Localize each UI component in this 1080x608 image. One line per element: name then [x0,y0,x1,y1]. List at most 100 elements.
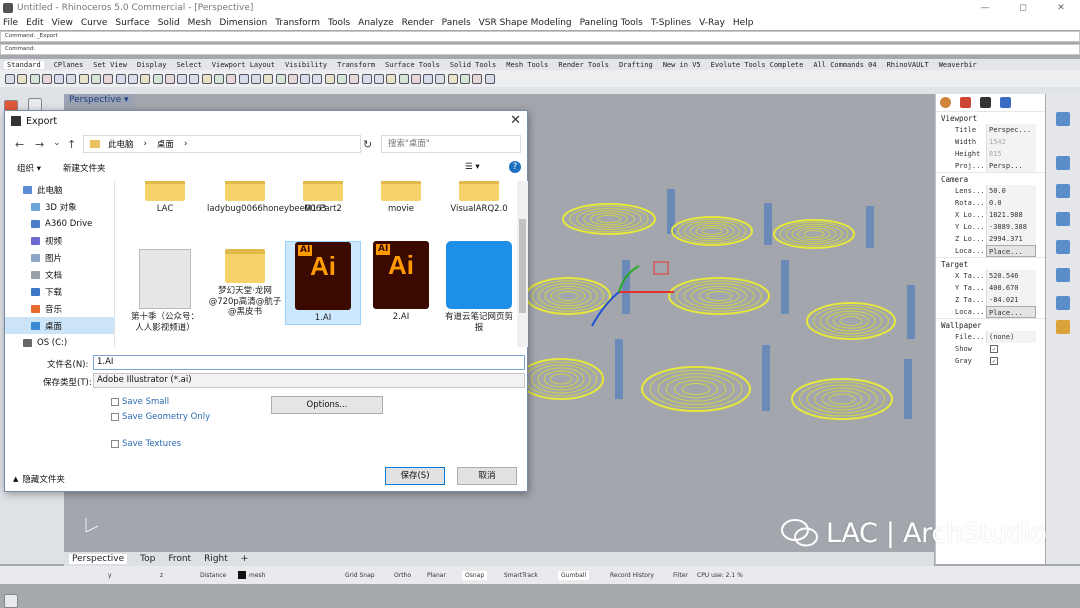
toolbar-tool-icon[interactable] [459,73,470,84]
maximize-button[interactable]: ◻ [1004,0,1042,16]
address-bar[interactable]: 此电脑 › 桌面 › [83,135,361,153]
viewport-tab-top[interactable]: Top [140,554,155,564]
check-icon[interactable]: ✓ [990,345,998,353]
display-tab-icon[interactable] [980,97,991,108]
toolbar-tab-mesh-tools[interactable]: Mesh Tools [506,61,548,69]
file-item[interactable]: M1 Part2 [285,181,361,215]
toolbar-tool-icon[interactable] [91,73,102,84]
up-icon[interactable]: ↑ [67,138,76,151]
menu-t-splines[interactable]: T-Splines [651,18,691,28]
status-osnap[interactable]: Osnap [462,570,488,580]
prop-value[interactable]: -3889.388 [986,221,1036,233]
nav-item[interactable]: 视频 [5,232,114,249]
toolbar-tool-icon[interactable] [41,73,52,84]
command-prompt[interactable]: Command: [0,44,1080,55]
nav-item[interactable]: 音乐 [5,300,114,317]
toolbar-tool-icon[interactable] [423,73,434,84]
prop-value[interactable]: 2994.371 [986,233,1036,245]
toolbar-tool-icon[interactable] [5,73,15,84]
toolbar-tab-surface-tools[interactable]: Surface Tools [385,61,440,69]
prop-value[interactable]: 520.546 [986,270,1036,282]
toolbar-tool-icon[interactable] [238,73,249,84]
tool-icon[interactable] [1056,112,1070,126]
tool-icon[interactable] [1056,320,1070,334]
refresh-icon[interactable]: ↻ [363,138,372,151]
breadcrumb-desktop[interactable]: 桌面 [157,138,174,150]
file-item[interactable]: 第十季（公众号：人人影视频道） [127,249,203,333]
toolbar-tool-icon[interactable] [484,73,495,84]
check-icon[interactable]: ✓ [990,357,998,365]
prop-value[interactable]: Perspec... [986,124,1036,136]
status-filter[interactable]: Filter [673,572,688,579]
tool-icon[interactable] [1056,212,1070,226]
toolbar-tool-icon[interactable] [17,73,28,84]
toolbar-tool-icon[interactable] [398,73,409,84]
status-grid-snap[interactable]: Grid Snap [345,572,375,579]
toolbar-tool-icon[interactable] [103,73,114,84]
save-geometry-only-checkbox[interactable]: Save Geometry Only [111,412,210,422]
prop-value[interactable]: 400.670 [986,282,1036,294]
filetype-select[interactable]: Adobe Illustrator (*.ai) [93,373,525,388]
file-item[interactable]: LAC [127,181,203,215]
save-button[interactable]: 保存(S) [385,467,445,485]
organize-button[interactable]: 组织 ▾ [17,162,41,174]
tool-icon[interactable] [4,594,18,608]
nav-item[interactable]: 文档 [5,266,114,283]
toolbar-tool-icon[interactable] [78,73,89,84]
toolbar-tab-weaverbir[interactable]: Weaverbir [939,61,977,69]
menu-analyze[interactable]: Analyze [358,18,393,28]
search-input[interactable]: 搜索"桌面" [381,135,521,153]
nav-item[interactable]: 3D 对象 [5,198,114,215]
toolbar-tool-icon[interactable] [54,73,65,84]
options-button[interactable]: Options... [271,396,383,414]
viewport-tab-right[interactable]: Right [204,554,228,564]
toolbar-tool-icon[interactable] [472,73,483,84]
prop-value[interactable]: -84.021 [986,294,1036,306]
toolbar-tool-icon[interactable] [386,73,397,84]
toolbar-tool-icon[interactable] [337,73,348,84]
toolbar-tool-icon[interactable] [29,73,40,84]
help-icon[interactable]: ? [509,161,521,173]
menu-help[interactable]: Help [733,18,754,28]
prop-value[interactable]: 815 [986,148,1036,160]
menu-mesh[interactable]: Mesh [188,18,212,28]
menu-edit[interactable]: Edit [26,18,43,28]
toolbar-tool-icon[interactable] [410,73,421,84]
toolbar-tool-icon[interactable] [435,73,446,84]
menu-transform[interactable]: Transform [275,18,320,28]
breadcrumb-this-pc[interactable]: 此电脑 [108,138,134,150]
menu-file[interactable]: File [3,18,18,28]
nav-item[interactable]: 桌面 [5,317,114,334]
toolbar-tool-icon[interactable] [189,73,200,84]
status-planar[interactable]: Planar [427,572,446,579]
prop-value[interactable]: 50.0 [986,185,1036,197]
file-item[interactable]: 梦幻天堂·龙网@720p高清@航子@黑皮书 [207,249,283,318]
viewport-tab-add[interactable]: + [241,554,249,564]
menu-view[interactable]: View [52,18,73,28]
toolbar-tool-icon[interactable] [324,73,335,84]
status-cpu-use-2-1-[interactable]: CPU use: 2.1 % [697,572,743,579]
toolbar-tool-icon[interactable] [361,73,372,84]
new-folder-button[interactable]: 新建文件夹 [63,162,106,174]
toolbar-tab-visibility[interactable]: Visibility [285,61,327,69]
prop-value[interactable]: (none) [986,331,1036,343]
view-options-button[interactable]: ☰ ▾ [465,162,480,172]
tool-icon[interactable] [1056,184,1070,198]
prop-checkbox[interactable]: ✓ [986,355,1036,367]
menu-v-ray[interactable]: V-Ray [699,18,725,28]
save-textures-checkbox[interactable]: Save Textures [111,439,181,449]
toolbar-tab-standard[interactable]: Standard [4,60,44,69]
recent-dropdown-icon[interactable]: ⌄ [53,138,61,148]
save-small-checkbox[interactable]: Save Small [111,397,169,407]
toolbar-tab-new-in-v5[interactable]: New in V5 [663,61,701,69]
material-tab-icon[interactable] [960,97,971,108]
toolbar-tool-icon[interactable] [373,73,384,84]
toolbar-tool-icon[interactable] [115,73,126,84]
nav-item[interactable]: OS (C:) [5,334,114,351]
tool-icon[interactable] [1056,296,1070,310]
prop-value[interactable]: 1542 [986,136,1036,148]
file-item[interactable]: movie [363,181,439,215]
menu-surface[interactable]: Surface [115,18,149,28]
prop-checkbox[interactable]: ✓ [986,343,1036,355]
toolbar-tool-icon[interactable] [201,73,212,84]
